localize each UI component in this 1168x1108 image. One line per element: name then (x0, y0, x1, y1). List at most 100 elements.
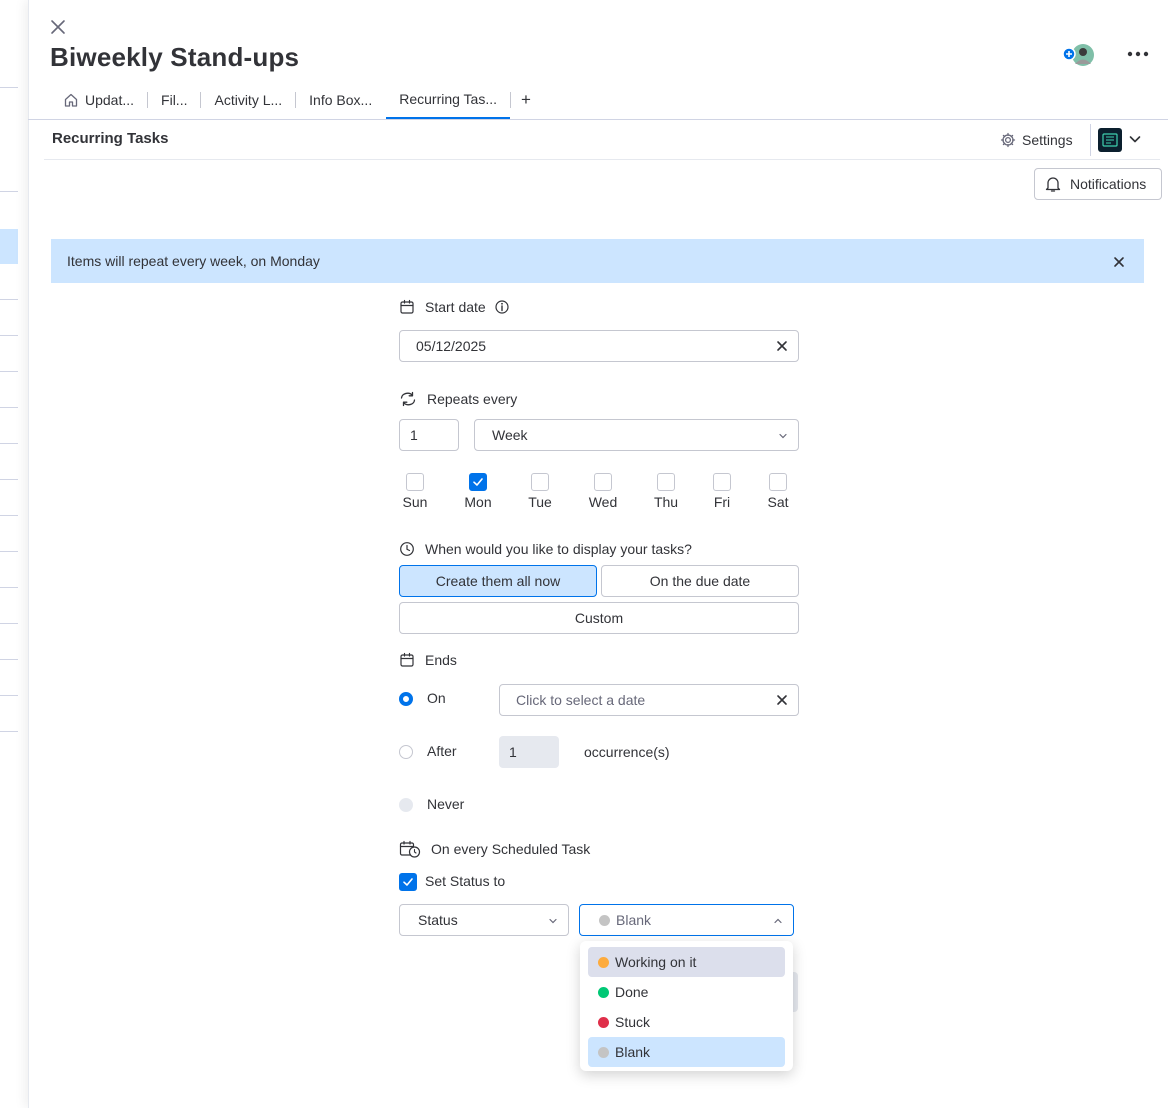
more-options-icon[interactable] (1126, 44, 1150, 64)
day-label: Sun (402, 494, 428, 510)
backdrop-divider (0, 623, 18, 624)
ends-on-label: On (427, 690, 446, 706)
status-option-stuck[interactable]: Stuck (588, 1007, 785, 1037)
ends-after-label: After (427, 743, 457, 759)
day-sat[interactable]: Sat (762, 473, 794, 510)
backdrop-divider (0, 299, 18, 300)
tab-label: Activity L... (214, 92, 283, 108)
tab-label: Recurring Tas... (399, 91, 497, 107)
check-icon (473, 478, 483, 486)
status-option-done[interactable]: Done (588, 977, 785, 1007)
tab-info-boxes[interactable]: Info Box... (296, 81, 385, 119)
check-icon (403, 878, 413, 886)
backdrop-divider (0, 731, 18, 732)
repeat-unit-select[interactable]: Week (474, 419, 799, 451)
info-banner: Items will repeat every week, on Monday (51, 239, 1144, 283)
backdrop-selected-row (0, 229, 18, 264)
status-option-label: Blank (615, 1044, 651, 1060)
backdrop-divider (0, 695, 18, 696)
backdrop-divider (0, 443, 18, 444)
backdrop-divider (0, 551, 18, 552)
backdrop-divider (0, 191, 18, 192)
bell-icon (1045, 177, 1061, 192)
banner-text: Items will repeat every week, on Monday (67, 253, 320, 269)
status-color-dot (598, 986, 609, 998)
tab-recurring-tasks[interactable]: Recurring Tas... (386, 81, 510, 119)
info-icon[interactable] (494, 299, 510, 315)
day-checkbox[interactable] (406, 473, 424, 491)
ends-never-label: Never (427, 796, 465, 812)
on-due-date-button[interactable]: On the due date (601, 565, 799, 597)
day-mon[interactable]: Mon (462, 473, 494, 510)
notifications-label: Notifications (1070, 176, 1147, 192)
day-checkbox[interactable] (531, 473, 549, 491)
status-value-select[interactable]: Blank (579, 904, 794, 936)
day-checkbox[interactable] (657, 473, 675, 491)
backdrop-divider (0, 335, 18, 336)
close-icon[interactable] (1112, 255, 1126, 269)
day-thu[interactable]: Thu (650, 473, 682, 510)
day-fri[interactable]: Fri (706, 473, 738, 510)
repeat-count-input[interactable]: 1 (399, 419, 459, 451)
status-color-dot (598, 1016, 609, 1028)
add-tab-button[interactable]: + (511, 81, 541, 119)
status-value-text: Blank (616, 912, 652, 928)
day-checkbox[interactable] (594, 473, 612, 491)
close-icon[interactable] (48, 17, 68, 37)
tab-activity-log[interactable]: Activity L... (201, 81, 295, 119)
display-question-text: When would you like to display your task… (425, 541, 692, 557)
ends-on-radio[interactable] (399, 692, 413, 706)
occurrences-input[interactable]: 1 (499, 736, 559, 768)
chevron-down-icon (779, 433, 787, 439)
ends-after-radio[interactable] (399, 745, 413, 759)
clear-icon[interactable] (776, 694, 788, 706)
clear-icon[interactable] (776, 340, 788, 352)
scheduled-task-label: On every Scheduled Task (399, 840, 590, 858)
backdrop-divider (0, 407, 18, 408)
chevron-down-icon[interactable] (1128, 132, 1142, 151)
scheduled-task-text: On every Scheduled Task (431, 841, 591, 857)
subscribers-avatars[interactable] (1062, 43, 1096, 67)
start-date-input[interactable]: 05/12/2025 (399, 330, 799, 362)
day-sun[interactable]: Sun (399, 473, 431, 510)
ends-never-radio[interactable] (399, 798, 413, 812)
settings-button[interactable]: Settings (1000, 128, 1073, 152)
day-wed[interactable]: Wed (587, 473, 619, 510)
status-option-label: Working on it (615, 954, 697, 970)
home-icon (63, 92, 79, 108)
status-option-blank[interactable]: Blank (588, 1037, 785, 1067)
ends-label: Ends (399, 652, 457, 668)
status-column-select[interactable]: Status (399, 904, 569, 936)
occurrences-value: 1 (509, 744, 517, 760)
app-icon[interactable] (1098, 128, 1122, 152)
day-label: Fri (713, 494, 731, 510)
tab-files[interactable]: Fil... (148, 81, 200, 119)
status-option-working-on-it[interactable]: Working on it (588, 947, 785, 977)
status-color-dot (599, 914, 610, 926)
repeat-icon (400, 391, 416, 407)
repeat-unit-value: Week (492, 427, 528, 443)
backdrop-divider (0, 515, 18, 516)
status-column-value: Status (418, 912, 458, 928)
chevron-up-icon (774, 918, 782, 924)
ends-date-input[interactable]: Click to select a date (499, 684, 799, 716)
status-option-label: Stuck (615, 1014, 651, 1030)
day-checkbox[interactable] (769, 473, 787, 491)
day-checkbox[interactable] (469, 473, 487, 491)
status-color-dot (598, 1046, 609, 1058)
set-status-checkbox[interactable] (399, 873, 417, 891)
day-label: Mon (464, 494, 492, 510)
settings-label: Settings (1022, 132, 1073, 148)
set-status-label: Set Status to (425, 873, 506, 889)
backdrop-divider (0, 587, 18, 588)
day-checkbox[interactable] (713, 473, 731, 491)
repeat-count-value: 1 (410, 427, 418, 443)
start-date-label: Start date (399, 299, 510, 315)
day-label: Wed (588, 494, 618, 510)
notifications-button[interactable]: Notifications (1034, 168, 1162, 200)
create-all-now-button[interactable]: Create them all now (399, 565, 597, 597)
day-tue[interactable]: Tue (524, 473, 556, 510)
occurrences-label: occurrence(s) (584, 744, 670, 760)
tab-updates[interactable]: Updat... (50, 81, 147, 119)
custom-button[interactable]: Custom (399, 602, 799, 634)
